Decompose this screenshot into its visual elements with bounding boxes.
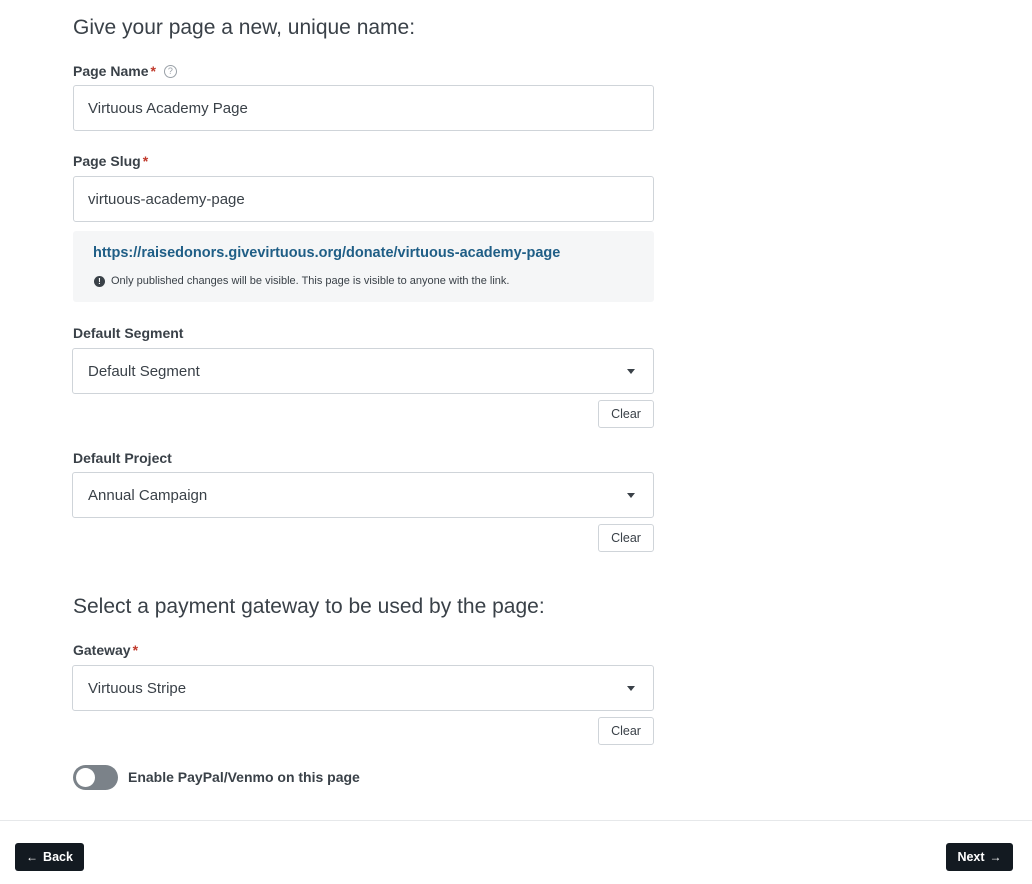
paypal-venmo-toggle[interactable] xyxy=(73,765,118,790)
required-mark: * xyxy=(132,642,139,658)
default-segment-value: Default Segment xyxy=(88,363,200,380)
page-name-label-text: Page Name xyxy=(73,63,149,79)
gateway-value: Virtuous Stripe xyxy=(88,680,187,697)
page-slug-input[interactable] xyxy=(73,176,654,222)
clear-gateway-button[interactable]: Clear xyxy=(598,717,654,745)
footer-divider xyxy=(0,820,1032,821)
next-button[interactable]: Next → xyxy=(946,843,1013,871)
gateway-select[interactable]: Virtuous Stripe xyxy=(72,665,654,711)
gateway-label: Gateway * xyxy=(73,642,138,658)
toggle-knob xyxy=(76,768,95,787)
required-mark: * xyxy=(150,63,156,79)
clear-project-button[interactable]: Clear xyxy=(598,524,654,552)
url-preview-box: https://raisedonors.givevirtuous.org/don… xyxy=(73,231,654,302)
visibility-note-text: Only published changes will be visible. … xyxy=(111,275,510,287)
default-project-value: Annual Campaign xyxy=(88,487,208,504)
info-icon: ! xyxy=(94,275,105,287)
page-url-link[interactable]: https://raisedonors.givevirtuous.org/don… xyxy=(93,245,560,261)
back-button-label: Back xyxy=(43,850,73,864)
chevron-down-icon xyxy=(627,686,635,691)
default-project-select[interactable]: Annual Campaign xyxy=(72,472,654,518)
page-name-input[interactable] xyxy=(73,85,654,131)
default-project-label: Default Project xyxy=(73,450,172,466)
page-slug-label: Page Slug * xyxy=(73,153,148,169)
required-mark: * xyxy=(142,153,149,169)
back-button[interactable]: ← Back xyxy=(15,843,84,871)
chevron-down-icon xyxy=(627,493,635,498)
page-name-label: Page Name * ? xyxy=(73,63,177,79)
chevron-down-icon xyxy=(627,369,635,374)
help-icon[interactable]: ? xyxy=(163,64,177,78)
next-button-label: Next xyxy=(957,850,985,864)
visibility-note: ! Only published changes will be visible… xyxy=(94,275,509,287)
default-segment-label: Default Segment xyxy=(73,325,184,341)
page-name-section-title: Give your page a new, unique name: xyxy=(73,16,416,39)
default-segment-select[interactable]: Default Segment xyxy=(72,348,654,394)
arrow-left-icon: ← xyxy=(26,850,39,864)
arrow-right-icon: → xyxy=(989,850,1002,864)
clear-segment-button[interactable]: Clear xyxy=(598,400,654,428)
page-slug-label-text: Page Slug xyxy=(73,153,141,169)
gateway-label-text: Gateway xyxy=(73,642,131,658)
paypal-venmo-toggle-label: Enable PayPal/Venmo on this page xyxy=(128,769,360,785)
gateway-section-title: Select a payment gateway to be used by t… xyxy=(73,595,545,618)
